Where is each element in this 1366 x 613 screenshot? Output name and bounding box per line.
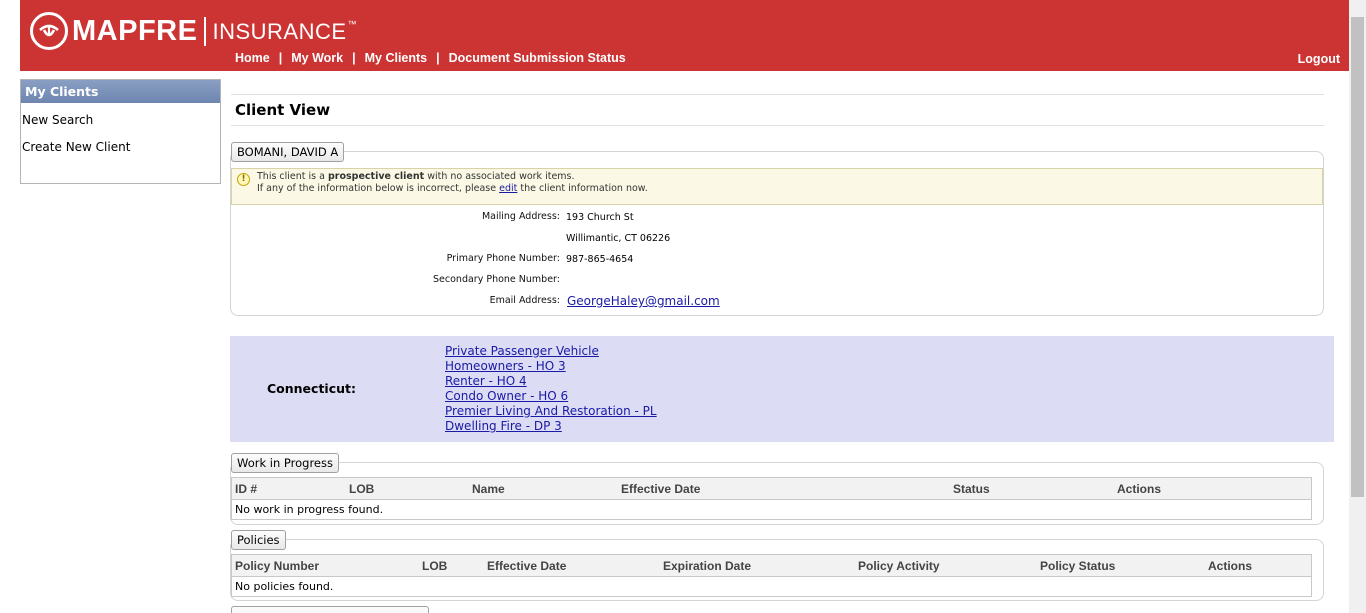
scrollbar-thumb[interactable] [1351,17,1364,497]
work-in-progress-table: ID # LOB Name Effective Date Status Acti… [231,477,1312,520]
nav-separator: | [352,51,356,65]
column-header-actions[interactable]: Actions [1208,559,1252,573]
column-header-policy-activity[interactable]: Policy Activity [858,559,940,573]
notice-line-1: This client is a prospective client with… [257,171,575,182]
primary-phone-value: 987-865-4654 [566,254,634,265]
mapfre-logo[interactable]: MAPFRE INSURANCE™ [30,12,357,50]
state-label: Connecticut: [267,381,356,396]
client-name-button[interactable]: BOMANI, DAVID A [231,142,345,162]
lob-link-premier-living-pl[interactable]: Premier Living And Restoration - PL [445,404,657,419]
sidebar-item-create-new-client[interactable]: Create New Client [21,134,220,161]
nav-document-submission-status[interactable]: Document Submission Status [449,51,626,65]
edit-client-link[interactable]: edit [499,183,517,194]
column-header-name[interactable]: Name [472,482,505,496]
top-navigation: Home | My Work | My Clients | Document S… [235,51,626,65]
lob-link-private-passenger-vehicle[interactable]: Private Passenger Vehicle [445,344,657,359]
header-bar: MAPFRE INSURANCE™ Home | My Work | My Cl… [20,0,1350,71]
logo-divider [204,16,207,46]
prospective-client-notice: ! This client is a prospective client wi… [231,168,1323,205]
work-in-progress-button[interactable]: Work in Progress [231,453,339,473]
column-header-expiration-date[interactable]: Expiration Date [663,559,751,573]
column-header-policy-number[interactable]: Policy Number [235,559,319,573]
column-header-policy-status[interactable]: Policy Status [1040,559,1115,573]
empty-table-message: No work in progress found. [235,503,384,516]
nav-separator: | [436,51,440,65]
secondary-phone-label: Secondary Phone Number: [433,274,560,285]
page: MAPFRE INSURANCE™ Home | My Work | My Cl… [0,0,1366,613]
policies-table: Policy Number LOB Effective Date Expirat… [231,554,1312,597]
column-header-lob[interactable]: LOB [349,482,374,496]
nav-separator: | [278,51,283,65]
vertical-scrollbar[interactable] [1349,0,1366,613]
nav-my-work[interactable]: My Work [291,51,343,65]
email-label: Email Address: [489,295,560,306]
next-section-button[interactable] [231,606,429,613]
lob-link-list: Private Passenger Vehicle Homeowners - H… [445,344,657,434]
empty-table-message: No policies found. [235,580,334,593]
column-header-actions[interactable]: Actions [1117,482,1161,496]
warning-icon: ! [237,173,250,186]
mailing-address-label: Mailing Address: [481,211,560,222]
lob-link-renter-ho4[interactable]: Renter - HO 4 [445,374,657,389]
sidebar-item-new-search[interactable]: New Search [21,107,220,134]
column-header-effective-date[interactable]: Effective Date [487,559,566,573]
table-header: Policy Number LOB Effective Date Expirat… [232,555,1311,577]
column-header-id[interactable]: ID # [235,482,257,496]
nav-home[interactable]: Home [235,51,270,65]
policies-button[interactable]: Policies [231,530,286,550]
page-title: Client View [235,101,331,119]
lob-link-homeowners-ho3[interactable]: Homeowners - HO 3 [445,359,657,374]
notice-line-2: If any of the information below is incor… [257,183,648,194]
mailing-address-line2: Willimantic, CT 06226 [566,233,671,244]
mapfre-emblem-icon [30,12,68,50]
lob-link-condo-owner-ho6[interactable]: Condo Owner - HO 6 [445,389,657,404]
logout-link[interactable]: Logout [1298,52,1340,66]
sidebar-title: My Clients [21,80,220,103]
primary-phone-label: Primary Phone Number: [446,253,560,264]
column-header-lob[interactable]: LOB [422,559,447,573]
state-lob-block: Connecticut: Private Passenger Vehicle H… [230,336,1334,442]
column-header-effective-date[interactable]: Effective Date [621,482,700,496]
sidebar: My Clients New Search Create New Client [20,79,221,184]
brand-name: MAPFRE [72,14,198,47]
lob-link-dwelling-fire-dp3[interactable]: Dwelling Fire - DP 3 [445,419,657,434]
brand-subtitle: INSURANCE™ [212,19,358,44]
page-title-bar: Client View [231,94,1324,126]
nav-my-clients[interactable]: My Clients [365,51,428,65]
mailing-address-line1: 193 Church St [566,212,634,223]
email-link[interactable]: GeorgeHaley@gmail.com [567,294,720,308]
table-header: ID # LOB Name Effective Date Status Acti… [232,478,1311,500]
column-header-status[interactable]: Status [953,482,990,496]
